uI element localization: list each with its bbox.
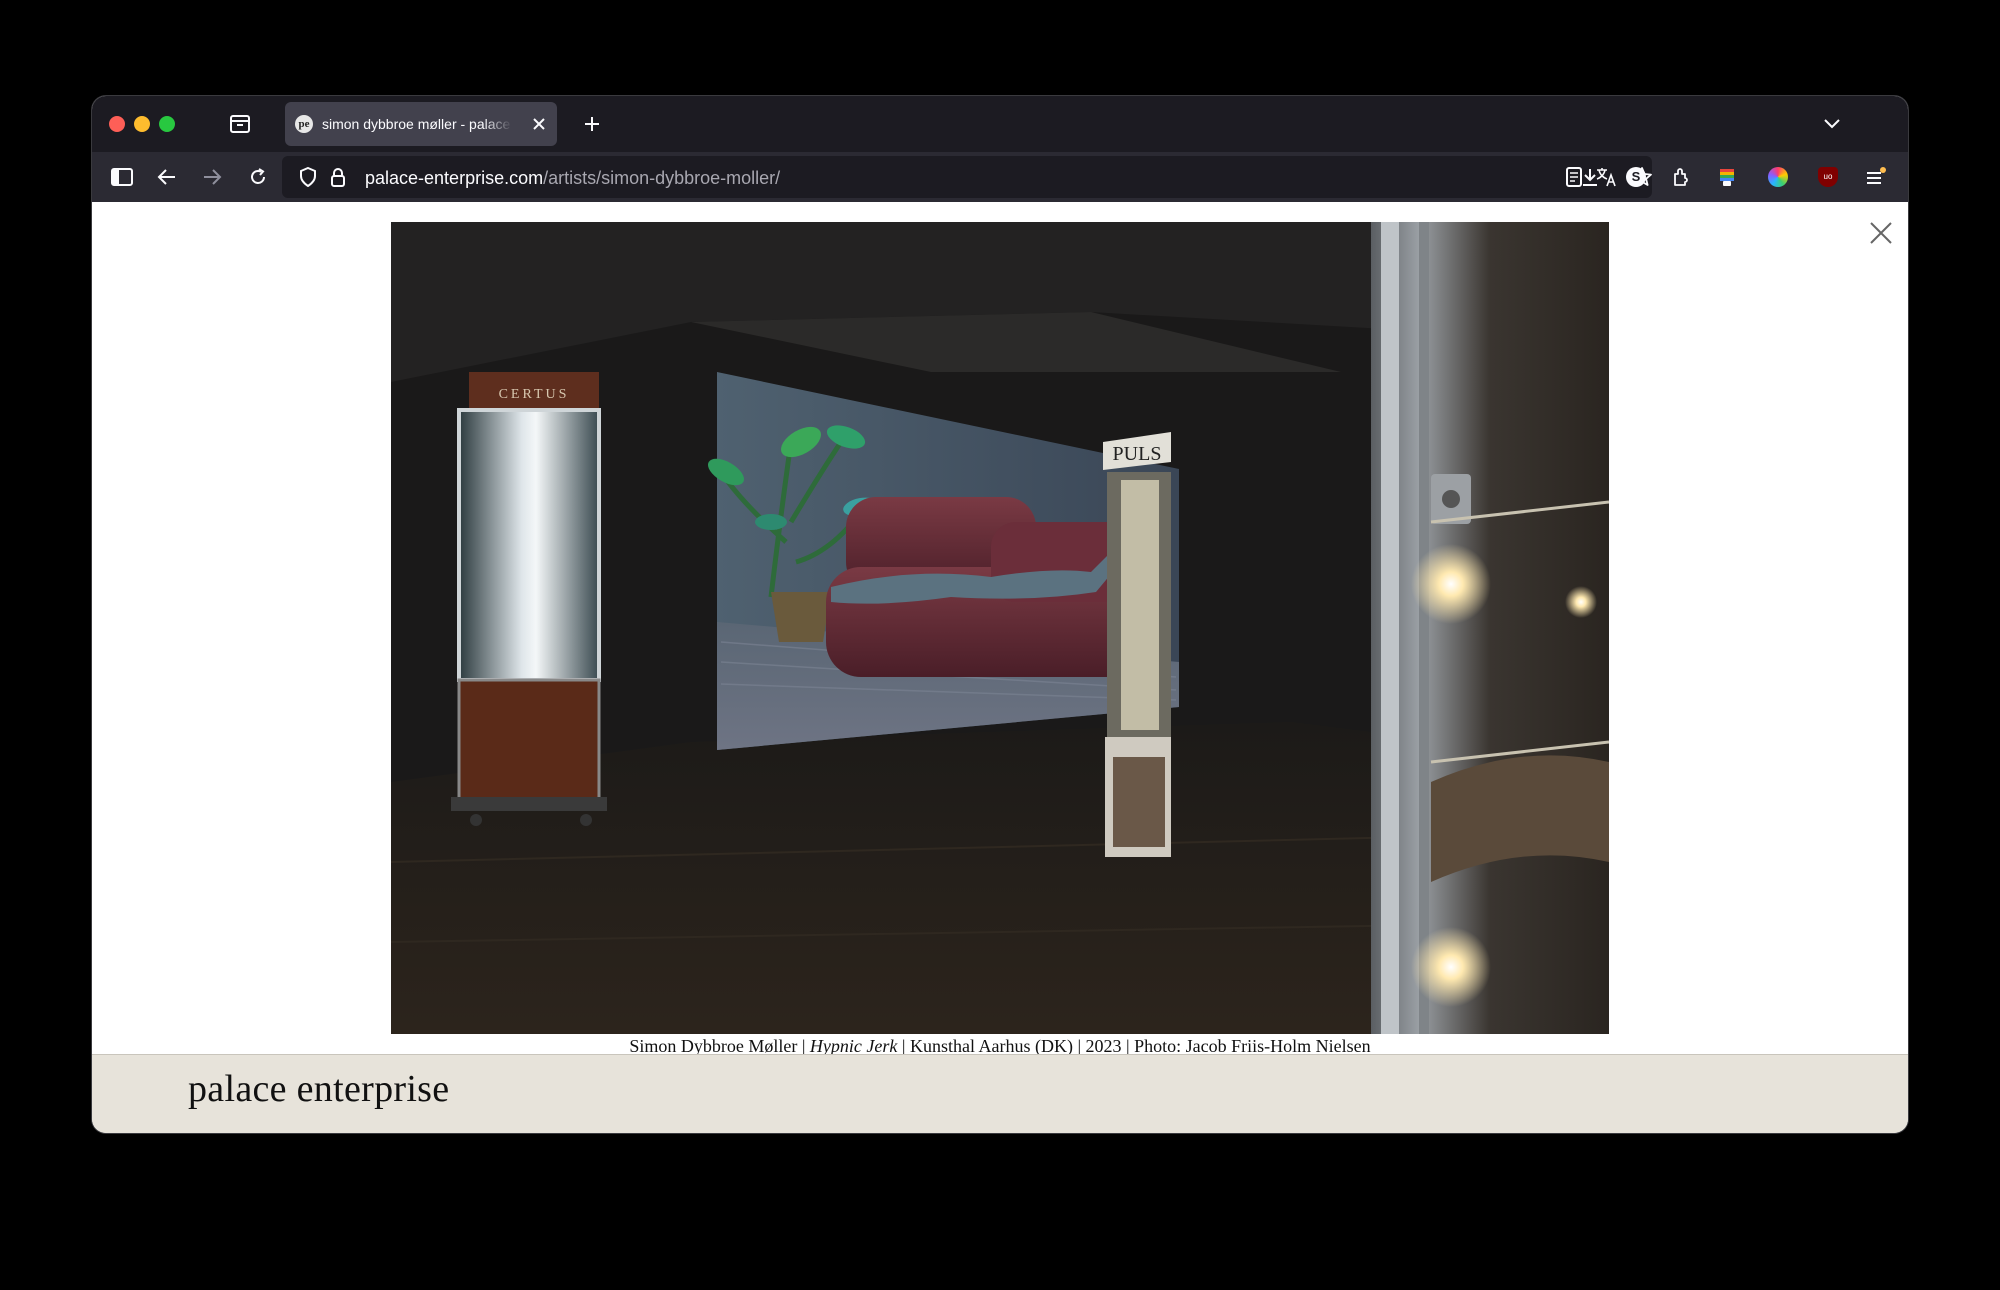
lock-icon[interactable] [326,165,350,189]
url-domain: palace-enterprise.com [365,168,544,188]
download-icon[interactable] [1578,165,1602,189]
tab-title: simon dybbroe møller - palace enterprise [322,116,512,132]
sidebar-icon[interactable] [110,165,134,189]
menu-icon[interactable] [1864,165,1888,189]
url-path: /artists/simon-dybbroe-moller/ [543,168,781,188]
minimize-window-button[interactable] [134,116,150,132]
tab-favicon: pe [295,115,313,133]
caption-artist: Simon Dybbroe Møller | [629,1036,810,1056]
firefox-view-icon[interactable] [228,112,252,136]
caption-work-title: Hypnic Jerk [809,1036,898,1056]
right-vitrine-sign: PULS [1113,443,1162,465]
tab-close-icon[interactable] [529,114,549,134]
url-text[interactable]: palace-enterprise.com/artists/simon-dybb… [365,168,780,189]
tab-bar: pe simon dybbroe møller - palace enterpr… [92,96,1908,152]
reload-icon[interactable] [246,165,270,189]
nav-toolbar: palace-enterprise.com/artists/simon-dybb… [92,152,1908,202]
page-content: CERTUS PULS Simon Dybbroe Møller | Hypni… [92,202,1908,1056]
url-bar[interactable]: palace-enterprise.com/artists/simon-dybb… [282,156,1652,198]
color-wheel-swatch [1768,167,1788,187]
browser-window: pe simon dybbroe møller - palace enterpr… [92,96,1908,1133]
extension-s-label: S [1626,167,1646,187]
tab-active[interactable]: pe simon dybbroe møller - palace enterpr… [285,102,557,146]
forward-icon[interactable] [200,165,224,189]
close-window-button[interactable] [109,116,125,132]
left-vitrine-sign: CERTUS [499,387,570,402]
ublock-label: uo [1818,167,1838,187]
rainbow-extension-icon[interactable] [1715,165,1739,189]
site-brand-logo[interactable]: palace enterprise [188,1067,449,1111]
color-wheel-extension-icon[interactable] [1766,165,1790,189]
close-lightbox-icon[interactable] [1868,220,1894,246]
shield-icon[interactable] [296,165,320,189]
ublock-icon[interactable]: uo [1816,165,1840,189]
site-footer: palace enterprise [92,1054,1908,1133]
extensions-icon[interactable] [1669,165,1693,189]
back-icon[interactable] [155,165,179,189]
new-tab-icon[interactable] [580,112,604,136]
list-all-tabs-icon[interactable] [1820,112,1844,136]
exhibition-photo[interactable]: CERTUS PULS [391,222,1609,1034]
caption-details: | Kunsthal Aarhus (DK) | 2023 | Photo: J… [897,1036,1371,1056]
extension-s-icon[interactable]: S [1624,165,1648,189]
zoom-window-button[interactable] [159,116,175,132]
